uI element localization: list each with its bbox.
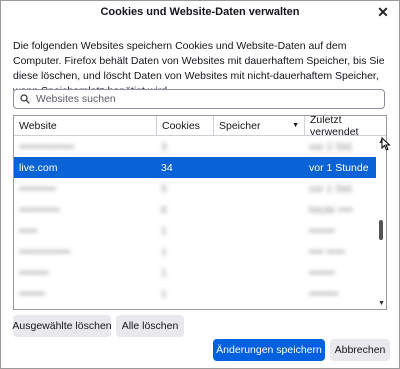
table-row[interactable]: ••••••••••••••• 3 vor 2 Std. <box>14 136 386 157</box>
column-header-last-used[interactable]: Zuletzt verwendet <box>304 116 376 138</box>
table-row[interactable]: ••••••• 1 •••••••• <box>14 283 386 304</box>
search-input[interactable] <box>34 91 364 107</box>
row-website: ••••••••••••••• <box>19 140 75 153</box>
row-cookies: 34 <box>161 161 173 174</box>
search-box[interactable] <box>13 89 385 109</box>
row-website: •••••••••• <box>19 182 56 195</box>
dialog-title: Cookies und Website-Daten verwalten <box>100 6 300 18</box>
column-header-storage[interactable]: Speicher ▼ <box>213 116 304 135</box>
row-last-used: heute •••• <box>309 203 353 216</box>
row-cookies: 5 <box>161 182 167 195</box>
scrollbar-thumb[interactable] <box>379 220 383 240</box>
table-header: Website Cookies Speicher ▼ Zuletzt verwe… <box>14 116 386 138</box>
row-cookies: 1 <box>161 287 167 300</box>
row-website: live.com <box>19 161 58 174</box>
row-website: ••••••••••• <box>19 203 60 216</box>
table-row[interactable]: •••••••••• 5 vor 1 Std. <box>14 178 386 199</box>
save-changes-button[interactable]: Änderungen speichern <box>213 339 325 361</box>
table-row[interactable]: ••••••••••• 6 heute •••• <box>14 199 386 220</box>
scroll-down-icon[interactable]: ▼ <box>378 300 385 307</box>
row-last-used: •••••••• <box>309 287 339 300</box>
row-cookies: 3 <box>161 140 167 153</box>
row-last-used: •••• ••••• <box>309 245 346 258</box>
row-cookies: 6 <box>161 203 167 216</box>
row-last-used: ••••••• <box>309 266 335 279</box>
row-website: •••••••• <box>19 266 49 279</box>
row-cookies: 1 <box>161 245 167 258</box>
row-website: •••••••••••••• <box>19 245 71 258</box>
row-last-used: vor 2 Std. <box>309 140 354 153</box>
row-website: ••••••• <box>19 287 45 300</box>
cookie-manager-dialog: Cookies und Website-Daten verwalten ✕ Di… <box>0 0 400 369</box>
table-row[interactable]: ••••• 1 ••••••• <box>14 220 386 241</box>
sort-descending-icon: ▼ <box>292 122 299 129</box>
column-header-storage-label: Speicher <box>219 119 261 132</box>
table-scrollbar[interactable]: ▲ ▼ <box>376 136 386 309</box>
remove-selected-button[interactable]: Ausgewählte löschen <box>12 315 112 337</box>
row-last-used: vor 1 Stunde <box>309 161 369 174</box>
row-last-used: ••••••• <box>309 224 335 237</box>
close-icon[interactable]: ✕ <box>375 4 391 20</box>
row-cookies: 1 <box>161 266 167 279</box>
remove-all-button[interactable]: Alle löschen <box>116 315 184 337</box>
table-body: ••••••••••••••• 3 vor 2 Std. live.com 34… <box>14 136 386 304</box>
cancel-button[interactable]: Abbrechen <box>330 339 390 361</box>
column-header-website[interactable]: Website <box>14 116 156 135</box>
table-row-selected[interactable]: live.com 34 vor 1 Stunde <box>14 157 386 178</box>
mouse-cursor-icon <box>381 137 391 151</box>
row-last-used: vor 1 Std. <box>309 182 354 195</box>
column-header-cookies[interactable]: Cookies <box>156 116 213 135</box>
row-cookies: 1 <box>161 224 167 237</box>
sites-table: Website Cookies Speicher ▼ Zuletzt verwe… <box>13 115 387 310</box>
dialog-titlebar: Cookies und Website-Daten verwalten ✕ <box>1 1 399 23</box>
row-website: ••••• <box>19 224 38 237</box>
table-row[interactable]: •••••••••••••• 1 •••• ••••• <box>14 241 386 262</box>
table-row[interactable]: •••••••• 1 ••••••• <box>14 262 386 283</box>
search-icon <box>20 94 30 104</box>
